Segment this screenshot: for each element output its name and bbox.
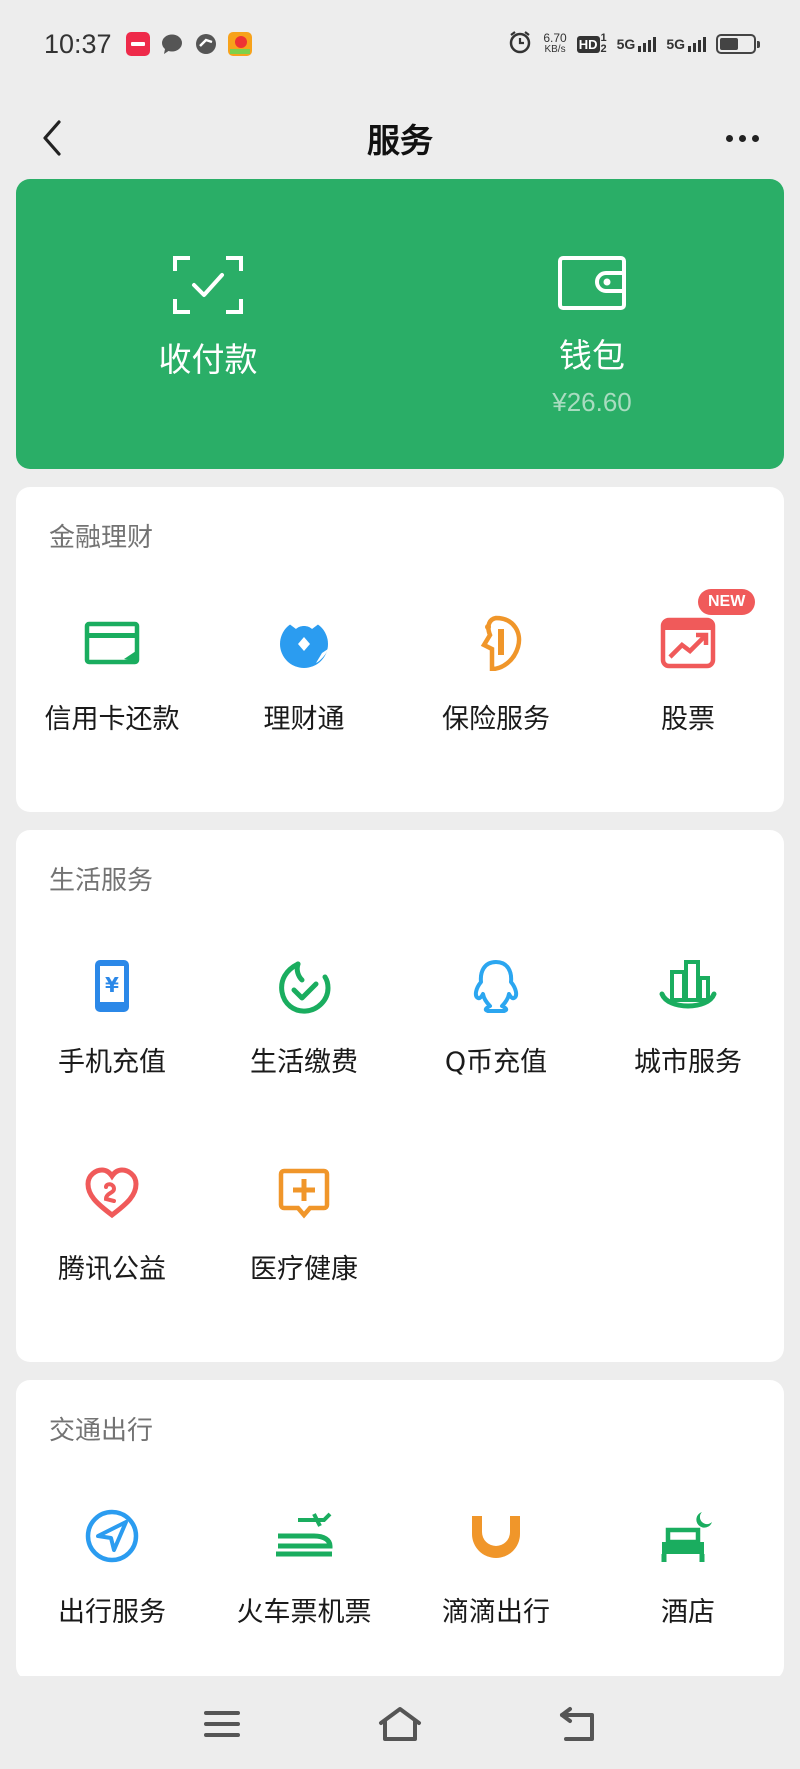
service-credit-card[interactable]: 信用卡还款 (16, 611, 208, 736)
network-speed: 6.70 KB/s (543, 32, 566, 56)
service-insurance[interactable]: 保险服务 (400, 611, 592, 736)
hd-sub-bottom: 2 (600, 43, 607, 55)
notification-icons (125, 32, 252, 56)
service-hotel[interactable]: 酒店 (592, 1504, 784, 1629)
service-label: 滴滴出行 (442, 1597, 550, 1628)
more-dot-icon (751, 134, 759, 142)
train-plane-ticket-icon (272, 1504, 336, 1568)
stock-icon: NEW (656, 589, 756, 675)
sim2-label: 5G (666, 36, 685, 52)
service-label: 医疗健康 (250, 1254, 358, 1285)
chat-bubble-icon (160, 32, 184, 56)
service-label: 出行服务 (58, 1597, 166, 1628)
pay-receive-button[interactable]: 收付款 (16, 179, 400, 469)
status-time: 10:37 (44, 28, 112, 59)
service-qq-coin[interactable]: Q币充值 (400, 954, 592, 1079)
service-label: 信用卡还款 (44, 704, 180, 735)
life-section: 生活服务 ¥ 手机充值 生活缴费 Q币充值 城市服务 腾讯公益 医疗健康 (16, 830, 784, 1362)
battery-level (720, 38, 738, 50)
home-icon (379, 1707, 421, 1741)
hd-volte-icon: HD 1 2 (576, 33, 607, 55)
signal-sim1-icon: 5G (617, 36, 657, 52)
scan-pay-icon (173, 256, 243, 314)
city-service-icon (656, 954, 720, 1018)
travel-service-icon (80, 1504, 144, 1568)
service-label: 城市服务 (634, 1047, 742, 1078)
didi-icon (464, 1504, 528, 1568)
service-travel[interactable]: 出行服务 (16, 1504, 208, 1629)
service-label: 酒店 (661, 1597, 715, 1628)
signal-sim2-icon: 5G (666, 36, 706, 52)
charity-icon (80, 1161, 144, 1225)
network-speed-value: 6.70 (543, 31, 567, 45)
recent-apps-button[interactable] (194, 1696, 250, 1752)
service-label: 保险服务 (442, 704, 550, 735)
alarm-icon (507, 29, 533, 59)
credit-card-icon (80, 611, 144, 675)
service-wealth[interactable]: 理财通 (208, 611, 400, 736)
service-phone-recharge[interactable]: ¥ 手机充值 (16, 954, 208, 1079)
utility-bill-icon (272, 954, 336, 1018)
wallet-label: 钱包 (559, 336, 625, 375)
pay-receive-label: 收付款 (158, 340, 258, 379)
wealth-icon (272, 611, 336, 675)
home-button[interactable] (372, 1696, 428, 1752)
section-title: 交通出行 (49, 1416, 154, 1446)
service-stock[interactable]: NEW 股票 (592, 589, 784, 736)
service-utility-bill[interactable]: 生活缴费 (208, 954, 400, 1079)
phone-recharge-icon: ¥ (80, 954, 144, 1018)
orange-app-icon (227, 32, 252, 56)
back-system-button[interactable] (550, 1696, 606, 1752)
service-label: 生活缴费 (250, 1047, 358, 1078)
insurance-icon (464, 611, 528, 675)
section-title: 生活服务 (49, 866, 154, 896)
back-button[interactable] (24, 110, 80, 166)
service-label: Q币充值 (444, 1047, 548, 1078)
battery-icon (716, 34, 760, 54)
service-label: 理财通 (263, 704, 345, 735)
system-navigation-bar (0, 1676, 800, 1769)
status-bar: 10:37 6.70 KB/s HD 1 2 5G 5G (0, 0, 800, 88)
xiaohongshu-app-icon (125, 32, 150, 56)
service-didi[interactable]: 滴滴出行 (400, 1504, 592, 1629)
payment-banner: 收付款 钱包 ¥26.60 (16, 179, 784, 469)
hotel-icon (656, 1504, 720, 1568)
new-badge: NEW (698, 589, 756, 615)
more-dot-icon (738, 134, 746, 142)
page-title: 服务 (367, 121, 433, 160)
service-medical[interactable]: 医疗健康 (208, 1161, 400, 1286)
qq-coin-icon (464, 954, 528, 1018)
service-train-plane[interactable]: 火车票机票 (208, 1504, 400, 1629)
wallet-balance: ¥26.60 (552, 387, 632, 417)
network-speed-unit: KB/s (544, 44, 566, 55)
service-city[interactable]: 城市服务 (592, 954, 784, 1079)
service-charity[interactable]: 腾讯公益 (16, 1161, 208, 1286)
more-options-button[interactable] (714, 110, 770, 166)
finance-section: 金融理财 信用卡还款 理财通 保险服务 NEW 股票 (16, 487, 784, 812)
service-label: 手机充值 (58, 1047, 166, 1078)
link-app-icon (194, 32, 218, 56)
more-dot-icon (725, 134, 733, 142)
menu-lines-icon (204, 1711, 240, 1737)
nav-bar: 服务 (0, 88, 800, 188)
hd-label: HD (576, 35, 600, 53)
wallet-button[interactable]: 钱包 ¥26.60 (400, 179, 784, 469)
back-arrow-icon (43, 120, 61, 156)
svg-text:¥: ¥ (105, 973, 119, 997)
section-title: 金融理财 (49, 523, 154, 553)
medical-icon (272, 1161, 336, 1225)
service-label: 腾讯公益 (58, 1254, 166, 1285)
sim1-label: 5G (616, 36, 636, 52)
return-arrow-icon (560, 1707, 594, 1741)
wallet-icon (558, 256, 626, 310)
status-right: 6.70 KB/s HD 1 2 5G 5G (507, 29, 760, 59)
travel-section: 交通出行 出行服务 火车票机票 滴滴出行 酒店 (16, 1380, 784, 1680)
service-label: 火车票机票 (236, 1597, 372, 1628)
service-label: 股票 (661, 704, 715, 735)
